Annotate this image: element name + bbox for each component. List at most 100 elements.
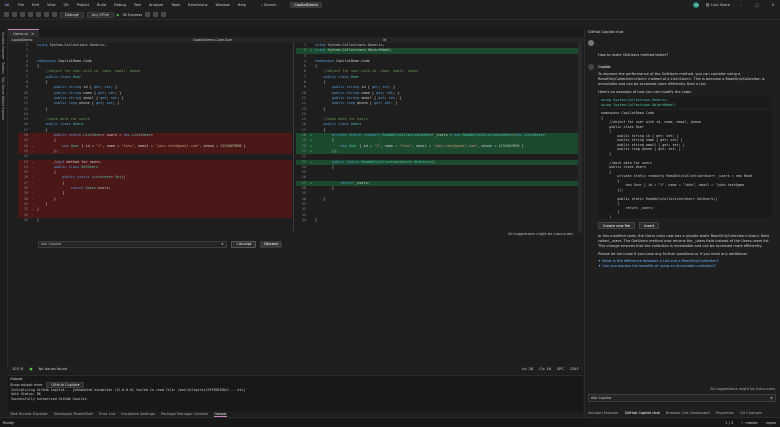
menu-extensions[interactable]: Extensions bbox=[184, 3, 212, 7]
menu-edit[interactable]: Edit bbox=[28, 3, 43, 7]
close-tab-icon[interactable]: ✕ bbox=[31, 32, 34, 36]
bottom-tab-4[interactable]: Package Manager Console bbox=[161, 412, 208, 416]
redo-icon[interactable] bbox=[52, 12, 57, 17]
copilot-answer-p3: In this modified code, the Users class n… bbox=[598, 234, 770, 248]
discard-button[interactable]: Discard bbox=[260, 240, 282, 248]
copilot-answer-p2: Here's an example of how you can modify … bbox=[598, 90, 692, 94]
strip-tab-0[interactable]: Solution Explorer bbox=[1, 32, 5, 59]
bottom-tab-5[interactable]: Output bbox=[214, 412, 227, 417]
menu-project[interactable]: Project bbox=[73, 3, 93, 7]
copilot-chat-panel: GitHub Copilot chat How to make GetUsers… bbox=[584, 29, 780, 417]
maximize-icon[interactable]: □ bbox=[752, 3, 762, 7]
follow-up-link[interactable]: ✦ Can you explain the benefits of using … bbox=[585, 264, 780, 269]
left-tool-strip: Solution Explorer Toolbox SQL Server Objec… bbox=[0, 29, 8, 369]
avatar[interactable]: KN bbox=[693, 2, 700, 8]
send-icon[interactable]: ➤ bbox=[770, 396, 775, 400]
status-branch[interactable]: master bbox=[745, 421, 758, 425]
forward-icon[interactable] bbox=[12, 12, 17, 17]
member-dropdown[interactable]: id bbox=[383, 38, 573, 42]
run-icon[interactable]: ▶ bbox=[117, 13, 120, 17]
save-icon[interactable] bbox=[28, 12, 33, 17]
right-tab-0[interactable]: Solution Explorer bbox=[588, 411, 619, 415]
menu-analyze[interactable]: Analyze bbox=[145, 3, 167, 7]
column-number: Ch: 16 bbox=[539, 367, 551, 371]
check-icon: ● bbox=[29, 367, 33, 371]
config-dropdown[interactable]: Debug ▾ bbox=[60, 11, 84, 18]
line-number: 34 bbox=[301, 217, 306, 222]
platform-dropdown[interactable]: Any CPU ▾ bbox=[86, 11, 114, 18]
line-number: Ln: 28 bbox=[522, 367, 534, 371]
menu-file[interactable]: File bbox=[14, 3, 28, 7]
zoom-level[interactable]: 103 % bbox=[12, 367, 23, 371]
menu-build[interactable]: Build bbox=[93, 3, 110, 7]
bottom-tab-3[interactable]: Exception Settings bbox=[121, 412, 155, 416]
code-text: } bbox=[315, 196, 326, 201]
right-tab-4[interactable]: Git Changes bbox=[740, 411, 762, 415]
code-text: using System.Collections.Generic; bbox=[37, 43, 107, 47]
diff-original-pane[interactable]: 1 using System.Collections.Generic; 2 3 4 nam… bbox=[18, 43, 292, 232]
output-text: Initializing GitHub Copilot... [Unhandle… bbox=[8, 388, 583, 401]
branch-icon: ⑂ bbox=[741, 420, 744, 425]
copilot-answer-p4: Please let me know if you have any furth… bbox=[598, 252, 747, 256]
status-ready: Ready bbox=[3, 420, 15, 425]
code-text: } bbox=[315, 106, 326, 111]
close-icon[interactable]: ✕ bbox=[768, 3, 778, 7]
code-snippet-usings[interactable]: using System.Collections.Generic; using … bbox=[598, 97, 772, 108]
menu-help[interactable]: Help bbox=[234, 3, 250, 7]
code-actions: Create new file Insert bbox=[585, 220, 780, 231]
editor-scrollbar[interactable] bbox=[578, 43, 582, 233]
menu-test[interactable]: Test bbox=[130, 3, 145, 7]
insert-button[interactable]: Insert bbox=[639, 222, 660, 229]
menu-window[interactable]: Window bbox=[212, 3, 234, 7]
undo-icon[interactable] bbox=[44, 12, 49, 17]
accept-button[interactable]: ✓ Accept bbox=[231, 240, 257, 248]
vs-logo-icon: ∞ bbox=[4, 1, 10, 9]
issues-status[interactable]: No issues found bbox=[39, 367, 68, 371]
run-button[interactable]: IIS Express bbox=[123, 13, 143, 17]
status-lines[interactable]: 1 / 3 bbox=[725, 421, 733, 425]
bottom-tab-1[interactable]: Developer PowerShell bbox=[54, 412, 93, 416]
code-text: { bbox=[315, 164, 334, 169]
new-item-icon[interactable] bbox=[20, 12, 25, 17]
toolbar-more-icon[interactable] bbox=[161, 12, 167, 17]
create-new-file-button[interactable]: Create new file bbox=[598, 222, 636, 229]
code-line[interactable]: 34} bbox=[296, 218, 579, 223]
ask-copilot-input[interactable]: Ask Copilot ➤ bbox=[38, 240, 227, 248]
save-all-icon[interactable] bbox=[36, 12, 41, 17]
refresh-icon[interactable] bbox=[145, 12, 151, 17]
right-tab-2[interactable]: Browser Link Dashboard bbox=[666, 411, 710, 415]
right-tab-3[interactable]: Properties bbox=[716, 411, 734, 415]
code-snippet-main[interactable]: namespace CopilotDemo.Code { //object fo… bbox=[598, 110, 772, 218]
indent-mode[interactable]: SPC bbox=[557, 367, 564, 371]
menu-bar: File Edit View Git Project Build Debug Test Anal… bbox=[14, 3, 250, 7]
class-dropdown[interactable]: CopilotDemo.Code.User bbox=[193, 38, 383, 42]
back-icon[interactable] bbox=[4, 12, 9, 17]
window-controls: KN ⛓ Live Share – □ ✕ bbox=[693, 0, 778, 10]
code-text: new User { id = "1", name = "John", emai… bbox=[340, 143, 524, 148]
menu-tools[interactable]: Tools bbox=[167, 3, 184, 7]
bottom-tab-0[interactable]: Task Runner Explorer bbox=[10, 412, 48, 416]
code-line[interactable]: 18 + private static readonly ReadOnlyColl… bbox=[296, 133, 579, 139]
inline-ask-bar: Ask Copilot ➤ ✓ Accept Discard bbox=[38, 240, 571, 248]
debug-icon[interactable] bbox=[153, 12, 159, 17]
right-tab-1[interactable]: GitHub Copilot chat bbox=[625, 411, 660, 415]
menu-view[interactable]: View bbox=[43, 3, 60, 7]
copilot-ask-input[interactable]: Ask Copilot ➤ bbox=[588, 394, 776, 402]
strip-tab-2[interactable]: SQL Server Object Explorer bbox=[1, 77, 5, 120]
copilot-header: Copilot bbox=[585, 58, 780, 72]
send-icon[interactable]: ➤ bbox=[221, 242, 224, 246]
line-ending[interactable]: CRLF bbox=[570, 367, 583, 371]
code-text: } bbox=[315, 186, 334, 191]
menu-debug[interactable]: Debug bbox=[110, 3, 130, 7]
live-share-button[interactable]: ⛓ Live Share bbox=[705, 3, 730, 7]
strip-tab-1[interactable]: Toolbox bbox=[1, 62, 5, 74]
code-editor-diff[interactable]: 1 using System.Collections.Generic; 2 3 4 nam… bbox=[8, 43, 583, 365]
code-line[interactable]: 34} bbox=[18, 218, 292, 223]
project-dropdown[interactable]: CopilotDemo bbox=[8, 38, 193, 42]
bottom-tab-2[interactable]: Error List bbox=[99, 412, 115, 416]
diff-modified-pane[interactable]: 1 using System.Collections.Generic; 2 + usin… bbox=[296, 43, 579, 232]
minimize-icon[interactable]: – bbox=[736, 3, 746, 7]
status-repo[interactable]: repos bbox=[766, 421, 776, 425]
menu-git[interactable]: Git bbox=[60, 3, 73, 7]
search-box[interactable]: ⌕ Search bbox=[255, 3, 283, 7]
